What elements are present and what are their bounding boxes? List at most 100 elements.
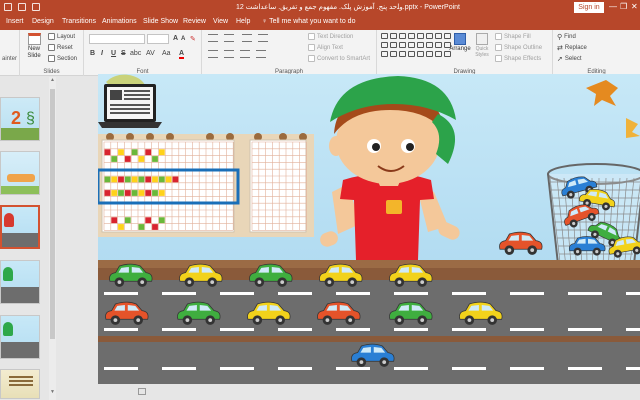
shape-rect-icon[interactable] — [417, 51, 424, 57]
font-name-box[interactable] — [89, 34, 145, 44]
underline-button[interactable]: U — [111, 50, 116, 57]
shape-arrow-icon[interactable] — [426, 42, 433, 48]
tab-review[interactable]: Review — [183, 18, 206, 25]
scroll-up-arrow-icon[interactable]: ▲ — [49, 77, 56, 83]
bold-button[interactable]: B — [90, 50, 95, 57]
save-icon[interactable] — [4, 3, 12, 11]
numbering-button[interactable] — [224, 34, 234, 42]
shape-line-icon[interactable] — [390, 33, 397, 39]
undo-icon[interactable] — [18, 3, 26, 11]
tell-me-search[interactable]: ♀ Tell me what you want to do — [262, 18, 355, 25]
quick-styles-button[interactable]: Quick Styles — [473, 33, 491, 65]
shape-triangle-icon[interactable] — [390, 42, 397, 48]
font-color-button[interactable]: A — [179, 50, 185, 59]
align-text-button[interactable]: Align Text — [308, 44, 343, 51]
close-button[interactable]: ✕ — [631, 2, 638, 11]
shape-brace-icon[interactable] — [381, 51, 388, 57]
minimize-button[interactable]: — — [609, 2, 617, 11]
slide-thumbnail[interactable] — [0, 315, 40, 359]
scroll-down-arrow-icon[interactable]: ▼ — [49, 389, 56, 395]
slide-canvas[interactable] — [98, 74, 640, 384]
increase-indent-button[interactable] — [258, 34, 268, 42]
section-button[interactable]: Section — [48, 55, 77, 62]
align-right-button[interactable] — [240, 50, 250, 58]
italic-button[interactable]: I — [101, 50, 103, 57]
shape-effects-button[interactable]: Shape Effects — [495, 55, 541, 62]
convert-smartart-button[interactable]: Convert to SmartArt — [308, 55, 370, 62]
scrollbar-thumb[interactable] — [50, 89, 55, 339]
slide-thumbnail[interactable] — [0, 151, 40, 195]
counting-board — [98, 133, 314, 237]
tab-animations[interactable]: Animations — [102, 18, 137, 25]
slide-thumbnail[interactable] — [0, 260, 40, 304]
align-left-button[interactable] — [208, 50, 218, 58]
shrink-font-button[interactable]: A — [181, 36, 185, 42]
align-center-button[interactable] — [224, 50, 234, 58]
reset-button[interactable]: Reset — [48, 44, 73, 51]
lane-dash — [394, 328, 428, 331]
tab-transitions[interactable]: Transitions — [62, 18, 96, 25]
sign-in-button[interactable]: Sign in — [574, 2, 604, 13]
thumb-road — [1, 342, 39, 358]
restore-button[interactable]: ❐ — [620, 2, 627, 11]
slide-thumbnail[interactable] — [0, 369, 40, 399]
replace-button[interactable]: ⇄ Replace — [557, 44, 587, 52]
shape-rect-icon[interactable] — [408, 33, 415, 39]
text-direction-button[interactable]: Text Direction — [308, 33, 353, 40]
font-size-box[interactable] — [147, 34, 169, 44]
reset-label: Reset — [57, 44, 73, 51]
shape-arrow-icon[interactable] — [417, 42, 424, 48]
char-spacing-button[interactable]: AV — [146, 50, 155, 57]
strikethrough-button[interactable]: S — [121, 50, 126, 57]
dirt-strip — [98, 336, 640, 342]
tab-slide-show[interactable]: Slide Show — [143, 18, 178, 25]
shape-rect-icon[interactable] — [399, 51, 406, 57]
shape-outline-button[interactable]: Shape Outline — [495, 44, 542, 51]
change-case-button[interactable]: Aa — [162, 50, 171, 57]
slide-thumbnail-active[interactable] — [0, 205, 40, 249]
text-direction-icon — [308, 33, 315, 40]
grid-cell — [152, 176, 158, 183]
autumn-leaf-illustration — [626, 118, 640, 138]
shape-rect-icon[interactable] — [435, 33, 442, 39]
notes-icon[interactable] — [138, 388, 146, 395]
shape-rect-icon[interactable] — [408, 51, 415, 57]
tab-design[interactable]: Design — [32, 18, 54, 25]
tab-view[interactable]: View — [213, 18, 228, 25]
shape-line-icon[interactable] — [399, 42, 406, 48]
slide-thumbnail[interactable]: 2 § — [0, 97, 40, 141]
shape-line-icon[interactable] — [381, 33, 388, 39]
shape-rect-icon[interactable] — [435, 51, 442, 57]
grow-font-button[interactable]: A — [173, 35, 178, 42]
bullets-button[interactable] — [208, 34, 218, 42]
tab-insert[interactable]: Insert — [6, 18, 24, 25]
shape-brace-icon[interactable] — [390, 51, 397, 57]
clear-format-button[interactable]: ✎ — [190, 35, 196, 43]
shadow-button[interactable]: abc — [130, 50, 141, 57]
drawing-group: Arrange Quick Styles Shape Fill Shape Ou… — [377, 30, 553, 76]
tab-help[interactable]: Help — [236, 18, 250, 25]
new-slide-button[interactable]: New Slide — [26, 33, 42, 59]
shape-line-icon[interactable] — [399, 33, 406, 39]
shapes-gallery[interactable] — [381, 33, 451, 57]
road — [98, 268, 640, 384]
shape-oval-icon[interactable] — [426, 33, 433, 39]
shape-line-icon[interactable] — [408, 42, 415, 48]
shape-fill-button[interactable]: Shape Fill — [495, 33, 531, 40]
find-button[interactable]: ⚲ Find — [557, 33, 576, 41]
shape-star-icon[interactable] — [435, 42, 442, 48]
shape-rect-icon[interactable] — [417, 33, 424, 39]
arrange-button[interactable]: Arrange — [449, 33, 471, 65]
shape-rect-icon[interactable] — [381, 42, 388, 48]
decrease-indent-button[interactable] — [242, 34, 252, 42]
select-button[interactable]: ➚ Select — [557, 55, 582, 63]
shape-rect-icon[interactable] — [426, 51, 433, 57]
layout-button[interactable]: Layout — [48, 33, 75, 40]
grid-cell — [118, 149, 124, 156]
justify-button[interactable] — [256, 50, 266, 58]
grid-cell — [158, 190, 165, 196]
thumbnails-scrollbar[interactable]: ▲ ▼ — [49, 77, 56, 400]
format-painter-label[interactable]: ainter — [0, 56, 19, 62]
redo-icon[interactable] — [32, 3, 40, 11]
ribbon-tabs: Insert Design Transitions Animations Sli… — [0, 16, 640, 30]
